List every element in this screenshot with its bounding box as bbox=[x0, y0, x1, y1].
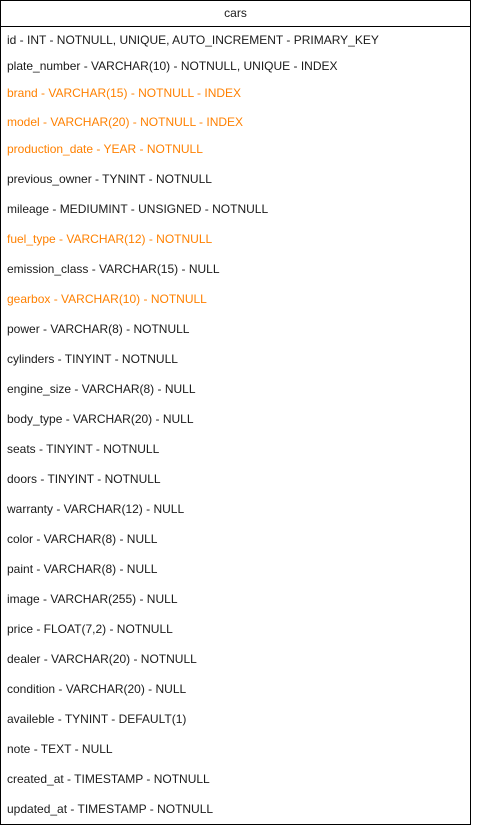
field-row[interactable]: seats - TINYINT - NOTNULL bbox=[7, 441, 159, 457]
field-row[interactable]: image - VARCHAR(255) - NULL bbox=[7, 591, 178, 607]
field-row[interactable]: cylinders - TINYINT - NOTNULL bbox=[7, 351, 178, 367]
field-row[interactable]: fuel_type - VARCHAR(12) - NOTNULL bbox=[7, 231, 212, 247]
entity-table-cars[interactable]: cars id - INT - NOTNULL, UNIQUE, AUTO_IN… bbox=[0, 0, 471, 825]
field-row[interactable]: paint - VARCHAR(8) - NULL bbox=[7, 561, 157, 577]
field-row[interactable]: mileage - MEDIUMINT - UNSIGNED - NOTNULL bbox=[7, 201, 268, 217]
field-row[interactable]: model - VARCHAR(20) - NOTNULL - INDEX bbox=[7, 114, 243, 130]
field-row[interactable]: gearbox - VARCHAR(10) - NOTNULL bbox=[7, 291, 207, 307]
field-row[interactable]: color - VARCHAR(8) - NULL bbox=[7, 531, 157, 547]
field-row[interactable]: doors - TINYINT - NOTNULL bbox=[7, 471, 161, 487]
field-row[interactable]: updated_at - TIMESTAMP - NOTNULL bbox=[7, 801, 213, 817]
field-row[interactable]: created_at - TIMESTAMP - NOTNULL bbox=[7, 771, 210, 787]
field-row[interactable]: engine_size - VARCHAR(8) - NULL bbox=[7, 381, 196, 397]
field-row[interactable]: plate_number - VARCHAR(10) - NOTNULL, UN… bbox=[7, 58, 338, 74]
field-row[interactable]: previous_owner - TYNINT - NOTNULL bbox=[7, 171, 212, 187]
field-row[interactable]: warranty - VARCHAR(12) - NULL bbox=[7, 501, 184, 517]
field-row[interactable]: power - VARCHAR(8) - NOTNULL bbox=[7, 321, 189, 337]
field-row[interactable]: dealer - VARCHAR(20) - NOTNULL bbox=[7, 651, 197, 667]
field-row[interactable]: availeble - TYNINT - DEFAULT(1) bbox=[7, 711, 186, 727]
field-row[interactable]: brand - VARCHAR(15) - NOTNULL - INDEX bbox=[7, 85, 241, 101]
field-row[interactable]: condition - VARCHAR(20) - NULL bbox=[7, 681, 186, 697]
field-row[interactable]: note - TEXT - NULL bbox=[7, 741, 113, 757]
field-row[interactable]: production_date - YEAR - NOTNULL bbox=[7, 141, 203, 157]
entity-title: cars bbox=[1, 1, 470, 27]
field-row[interactable]: emission_class - VARCHAR(15) - NULL bbox=[7, 261, 220, 277]
field-row[interactable]: price - FLOAT(7,2) - NOTNULL bbox=[7, 621, 173, 637]
field-row[interactable]: body_type - VARCHAR(20) - NULL bbox=[7, 411, 194, 427]
field-row[interactable]: id - INT - NOTNULL, UNIQUE, AUTO_INCREME… bbox=[7, 32, 379, 48]
field-list: id - INT - NOTNULL, UNIQUE, AUTO_INCREME… bbox=[1, 27, 470, 824]
